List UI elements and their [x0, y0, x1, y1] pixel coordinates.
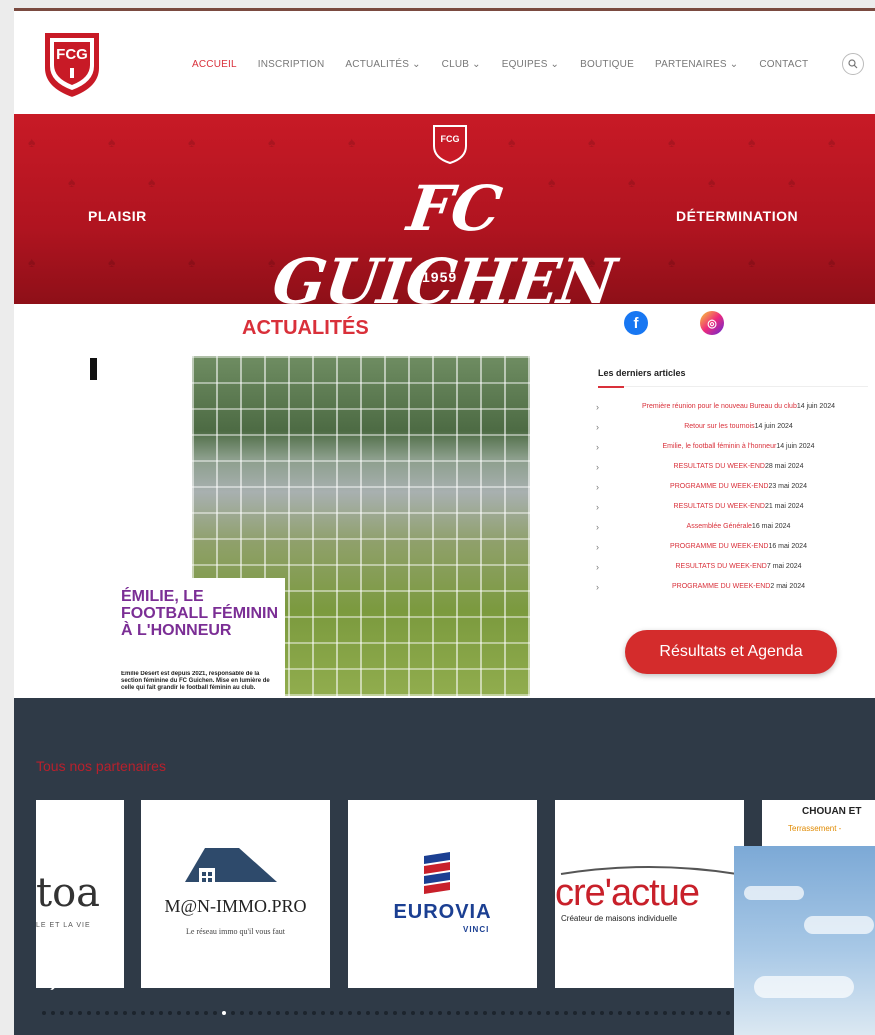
nav-contact[interactable]: CONTACT	[759, 59, 808, 70]
list-item[interactable]: RESULTATS DU WEEK-END7 mai 2024	[594, 562, 869, 572]
nav-boutique[interactable]: BOUTIQUE	[580, 59, 634, 70]
partner-card-creactue[interactable]: cre'actue Créateur de maisons individuel…	[555, 800, 744, 988]
toa-tagline: LE ET LA VIE	[36, 922, 91, 929]
list-item[interactable]: PROGRAMME DU WEEK-END23 mai 2024	[594, 482, 869, 492]
arrow-left-icon[interactable]: ➔	[44, 976, 57, 996]
partner-card-eurovia[interactable]: EUROVIA VINCI	[348, 800, 537, 988]
mn-immo-tagline: Le réseau immo qu'il vous faut	[186, 927, 285, 936]
site-header: FCG ACCUEIL INSCRIPTION ACTUALITÉS ⌄ CLU…	[14, 11, 875, 114]
banner-left-word: PLAISIR	[88, 208, 147, 224]
nav-club[interactable]: CLUB ⌄	[442, 59, 481, 70]
creactue-tagline: Créateur de maisons individuelle	[561, 914, 678, 923]
banner-year: 1959	[422, 269, 458, 285]
banner-logo: FCG	[433, 125, 467, 164]
news-card-body: Émilie Désert est depuis 2021, responsab…	[121, 671, 270, 691]
list-item[interactable]: PROGRAMME DU WEEK-END16 mai 2024	[594, 542, 869, 552]
nav-actualites[interactable]: ACTUALITÉS ⌄	[345, 59, 420, 70]
instagram-icon[interactable]: ◎	[700, 311, 724, 335]
facebook-icon[interactable]: f	[624, 311, 648, 335]
list-item[interactable]: Assemblée Générale16 mai 2024	[594, 522, 869, 532]
banner-right-word: DÉTERMINATION	[676, 208, 799, 224]
browser-page: FCG ACCUEIL INSCRIPTION ACTUALITÉS ⌄ CLU…	[14, 8, 875, 1035]
results-agenda-button[interactable]: Résultats et Agenda	[625, 630, 837, 674]
chouan-tagline: Terrassement -	[788, 824, 842, 833]
partner-card-toa[interactable]: toa LE ET LA VIE	[36, 800, 124, 988]
slider-marker	[90, 358, 97, 380]
list-item[interactable]: Première réunion pour le nouveau Bureau …	[594, 402, 869, 412]
heading-underline	[598, 386, 868, 388]
list-item[interactable]: RESULTATS DU WEEK-END21 mai 2024	[594, 502, 869, 512]
partner-card-mn-immo[interactable]: M@N-IMMO.PRO Le réseau immo qu'il vous f…	[141, 800, 330, 988]
nav-accueil[interactable]: ACCUEIL	[192, 59, 237, 70]
eurovia-stack-icon	[424, 852, 450, 894]
toa-logo-text: toa	[36, 870, 101, 916]
banner-logo-text: FCG	[441, 134, 460, 144]
club-logo[interactable]: FCG	[40, 28, 104, 100]
main-nav: ACCUEIL INSCRIPTION ACTUALITÉS ⌄ CLUB ⌄ …	[192, 59, 829, 70]
partners-title[interactable]: Tous nos partenaires	[36, 758, 166, 774]
list-item[interactable]: PROGRAMME DU WEEK-END2 mai 2024	[594, 582, 869, 592]
eurovia-name: EUROVIA	[393, 901, 492, 923]
list-item[interactable]: Emilie, le football féminin à l'honneur1…	[594, 442, 869, 452]
house-icon	[185, 848, 277, 884]
news-card-headline[interactable]: ÉMILIE, LE FOOTBALL FÉMININ À L'HONNEUR	[121, 588, 281, 639]
nav-partenaires[interactable]: PARTENAIRES ⌄	[655, 59, 738, 70]
mn-immo-name: M@N-IMMO.PRO	[164, 896, 307, 916]
recent-articles-heading: Les derniers articles	[598, 368, 686, 378]
carousel-dots	[42, 1011, 757, 1015]
nav-equipes[interactable]: EQUIPES ⌄	[502, 59, 559, 70]
news-section-title: ACTUALITÉS	[242, 317, 369, 339]
list-item[interactable]: Retour sur les tournois14 juin 2024	[594, 422, 869, 432]
vinci-name: VINCI	[463, 925, 490, 934]
logo-text: FCG	[56, 46, 88, 63]
list-item[interactable]: RESULTATS DU WEEK-END28 mai 2024	[594, 462, 869, 472]
search-button[interactable]	[842, 53, 864, 75]
chouan-name: CHOUAN ET	[802, 806, 862, 817]
creactue-name: cre'actue	[555, 872, 700, 914]
search-icon	[848, 59, 858, 69]
nav-inscription[interactable]: INSCRIPTION	[258, 59, 325, 70]
news-card[interactable]: ÉMILIE, LE FOOTBALL FÉMININ À L'HONNEUR …	[109, 578, 285, 698]
recent-articles-list: Première réunion pour le nouveau Bureau …	[594, 402, 869, 602]
sky-image-overlay	[734, 846, 875, 1035]
hero-banner: ♠ ♠ ♠ ♠ ♠ ♠ ♠ ♠ ♠ ♠ ♠ ♠ ♠ ♠ ♠ ♠ ♠ ♠ ♠ ♠ ♠ ♠ ♠ ♠ ♠ ♠ FCG PLAISIR…	[14, 114, 875, 304]
